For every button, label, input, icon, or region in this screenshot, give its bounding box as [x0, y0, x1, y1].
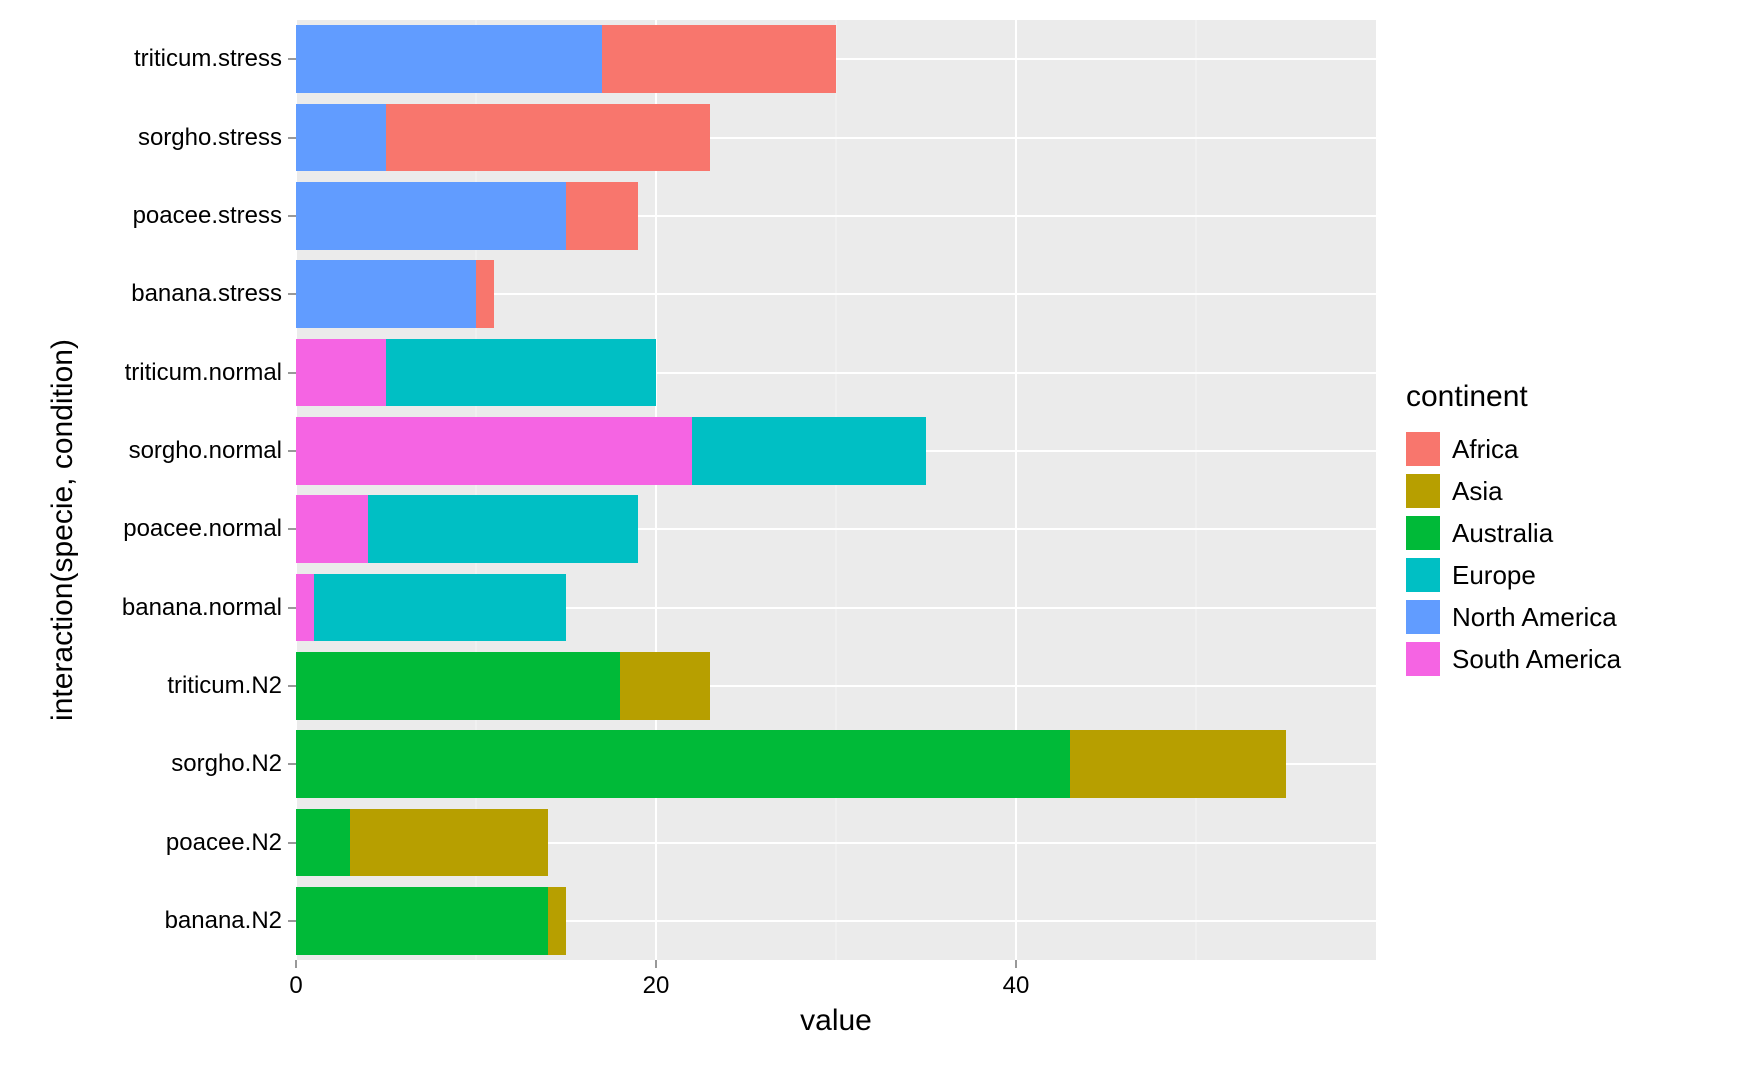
bar-segment: [296, 574, 314, 641]
bar-segment: [296, 417, 692, 484]
plot-column: triticum.stress sorgho.stress poacee.stres…: [86, 20, 1376, 1040]
y-tick-label: sorgho.normal: [129, 437, 282, 465]
bar-segment: [350, 809, 548, 876]
legend-label: South America: [1452, 644, 1621, 675]
legend-swatch: [1406, 600, 1440, 634]
bar-segment: [296, 887, 548, 954]
bar-segment: [1070, 730, 1286, 797]
x-tick-label: 0: [289, 972, 302, 1000]
y-tick-label: sorgho.N2: [171, 750, 282, 778]
plot-panel: [296, 20, 1376, 960]
bar-segment: [296, 339, 386, 406]
legend-swatch: [1406, 432, 1440, 466]
bar-segment: [314, 574, 566, 641]
legend-item: Asia: [1406, 474, 1710, 508]
bar-segment: [296, 104, 386, 171]
legend-label: Asia: [1452, 476, 1503, 507]
bar-segment: [692, 417, 926, 484]
y-tick-label: poacee.stress: [133, 202, 282, 230]
legend-swatch: [1406, 558, 1440, 592]
y-tick-mark: [288, 59, 296, 60]
bar-segment: [386, 339, 656, 406]
x-axis: value 02040: [296, 960, 1376, 1040]
y-tick-label: sorgho.stress: [138, 124, 282, 152]
bar-segment: [296, 809, 350, 876]
bar-segment: [476, 260, 494, 327]
y-tick-label: banana.normal: [122, 594, 282, 622]
bar-segment: [566, 182, 638, 249]
y-tick-mark: [288, 607, 296, 608]
bar-segment: [296, 730, 1070, 797]
y-tick-label: triticum.stress: [134, 45, 282, 73]
x-tick-mark: [656, 960, 657, 968]
x-axis-row: value 0 20 40: [86, 960, 1376, 1040]
legend-swatch: [1406, 474, 1440, 508]
legend-item: Australia: [1406, 516, 1710, 550]
legend-item: South America: [1406, 642, 1710, 676]
bar-segment: [296, 260, 476, 327]
bar-segment: [548, 887, 566, 954]
legend-title: continent: [1406, 380, 1710, 414]
legend-label: Africa: [1452, 434, 1518, 465]
y-tick-label: banana.stress: [131, 280, 282, 308]
legend-label: Australia: [1452, 518, 1553, 549]
bar-segment: [386, 104, 710, 171]
bar-segment: [296, 495, 368, 562]
legend-item: North America: [1406, 600, 1710, 634]
x-axis-spacer: [86, 960, 296, 1040]
y-tick-mark: [288, 294, 296, 295]
x-axis-title: value: [800, 1004, 872, 1038]
y-axis-ticks: triticum.stress sorgho.stress poacee.stres…: [86, 20, 296, 960]
y-tick-mark: [288, 215, 296, 216]
y-tick-mark: [288, 529, 296, 530]
legend-item: Europe: [1406, 558, 1710, 592]
legend-label: Europe: [1452, 560, 1536, 591]
legend-item: Africa: [1406, 432, 1710, 466]
legend-swatch: [1406, 642, 1440, 676]
y-tick-label: triticum.N2: [167, 672, 282, 700]
legend-label: North America: [1452, 602, 1617, 633]
grid-vertical-minor: [836, 20, 837, 960]
y-tick-mark: [288, 764, 296, 765]
y-tick-label: triticum.normal: [125, 359, 282, 387]
bar-segment: [296, 25, 602, 92]
y-tick-mark: [288, 920, 296, 921]
grid-vertical: [1015, 20, 1017, 960]
panel-row: triticum.stress sorgho.stress poacee.stres…: [86, 20, 1376, 960]
legend: continent Africa Asia Australia Europe North…: [1376, 20, 1710, 1040]
y-tick-label: poacee.N2: [166, 829, 282, 857]
y-tick-mark: [288, 372, 296, 373]
grid-vertical-minor: [1196, 20, 1197, 960]
legend-swatch: [1406, 516, 1440, 550]
bar-segment: [368, 495, 638, 562]
y-tick-mark: [288, 685, 296, 686]
x-tick-mark: [1016, 960, 1017, 968]
y-tick-mark: [288, 842, 296, 843]
bar-segment: [602, 25, 836, 92]
y-axis-title: interaction(specie, condition): [46, 339, 80, 721]
y-axis-title-container: interaction(specie, condition): [40, 20, 86, 1040]
x-tick-label: 40: [1003, 972, 1030, 1000]
y-tick-label: banana.N2: [165, 907, 282, 935]
chart-container: interaction(specie, condition) triticum.…: [40, 20, 1710, 1040]
y-tick-mark: [288, 137, 296, 138]
bar-segment: [296, 182, 566, 249]
bar-segment: [296, 652, 620, 719]
x-tick-mark: [296, 960, 297, 968]
x-tick-label: 20: [643, 972, 670, 1000]
y-tick-label: poacee.normal: [123, 515, 282, 543]
y-tick-mark: [288, 450, 296, 451]
bar-segment: [620, 652, 710, 719]
